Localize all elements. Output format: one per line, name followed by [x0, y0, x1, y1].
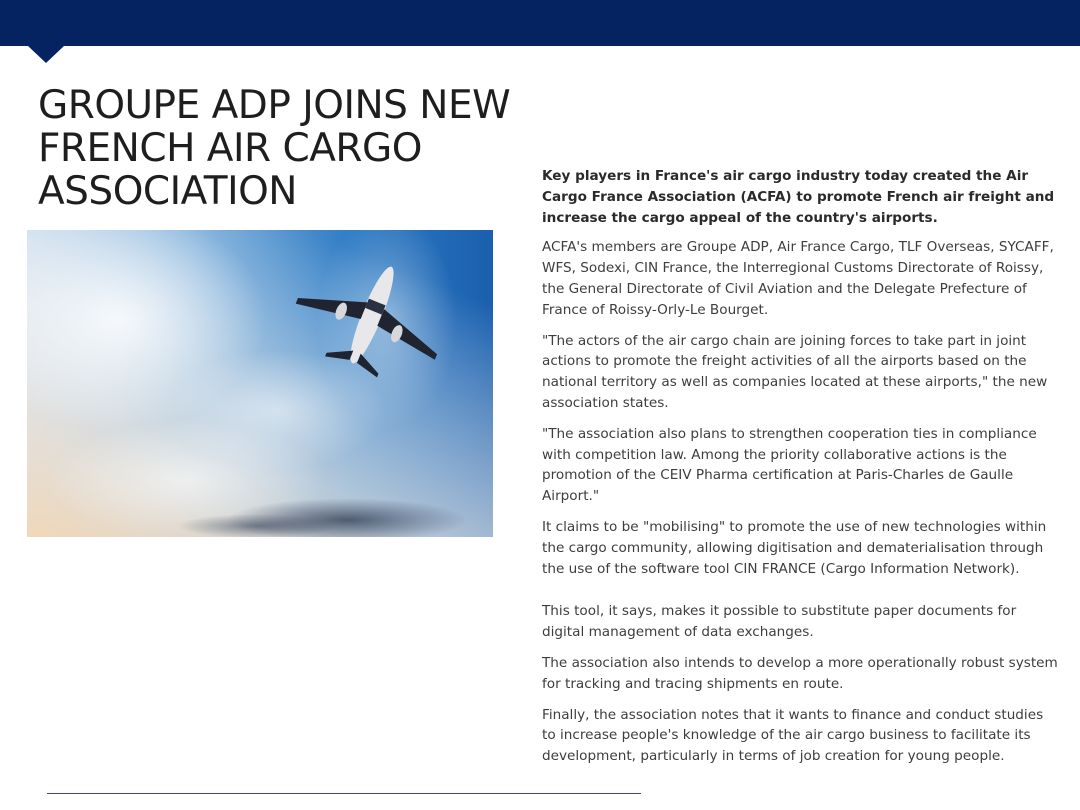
article-paragraph-cooperation: "The association also plans to strengthe…	[542, 425, 1037, 505]
article-body: Key players in France's air cargo indust…	[542, 166, 1058, 777]
article-paragraph-members: ACFA's members are Groupe ADP, Air Franc…	[542, 239, 1054, 318]
airplane-photo	[27, 230, 493, 537]
article-paragraph-technology: It claims to be "mobilising" to promote …	[542, 518, 1047, 577]
article-paragraph-studies: Finally, the association notes that it w…	[542, 706, 1044, 765]
article-lead: Key players in France's air cargo indust…	[542, 168, 1055, 226]
footer-divider	[47, 793, 641, 794]
article-paragraph-tracking: The association also intends to develop …	[542, 654, 1058, 692]
slide-title: GROUPE ADP JOINS NEW FRENCH AIR CARGO AS…	[38, 83, 511, 214]
article-paragraph-tool: This tool, it says, makes it possible to…	[542, 603, 1017, 641]
article-paragraph-actors: "The actors of the air cargo chain are j…	[542, 332, 1048, 411]
header-bar	[0, 0, 1080, 46]
header-notch	[28, 46, 64, 63]
